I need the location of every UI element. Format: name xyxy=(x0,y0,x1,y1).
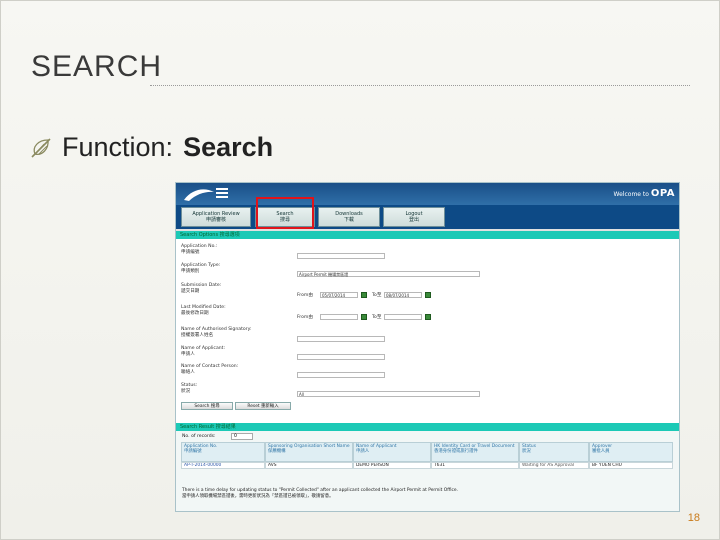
tab-logout[interactable]: Logout 登出 xyxy=(383,207,445,227)
modified-to-input[interactable] xyxy=(384,314,422,320)
submission-date-label: Submission Date: 遞交日期 xyxy=(181,283,222,294)
search-options-header: Search Options 搜尋選項 xyxy=(176,231,679,239)
status-delay-note: There is a time delay for updating statu… xyxy=(182,488,458,499)
cell-approver: BF YUEN CHU xyxy=(589,462,673,469)
bullet-function: Function: Search xyxy=(28,132,273,163)
tab-sublabel: 登出 xyxy=(408,217,419,223)
page-number: 18 xyxy=(687,512,700,524)
contact-label: Name of Contact Person: 聯絡人 xyxy=(181,364,239,375)
last-modified-label: Last Modified Date: 最後修改日期 xyxy=(181,305,226,316)
record-count-label: No. of records: xyxy=(182,434,216,439)
app-screenshot: Welcome to OPA Application Review 申請審核 S… xyxy=(175,182,680,512)
column-header[interactable]: Approver 審批人員 xyxy=(589,442,673,462)
calendar-icon[interactable] xyxy=(361,292,367,298)
bullet-value: Search xyxy=(183,132,274,162)
submission-from-input[interactable]: 05/07/2014 xyxy=(320,292,358,298)
search-button[interactable]: Search 搜尋 xyxy=(181,402,233,410)
table-header-row: Application No. 申請編號 Sponsoring Organisat… xyxy=(181,442,673,462)
calendar-icon[interactable] xyxy=(425,314,431,320)
bullet-leaf-icon xyxy=(31,137,51,158)
cell-status: Waiting for AS Approval xyxy=(519,462,589,469)
status-select[interactable]: All xyxy=(297,391,480,397)
search-results-panel: Search Result 搜尋結果 No. of records: 0 App… xyxy=(176,423,679,511)
tab-sublabel: 申請審核 xyxy=(205,217,226,223)
results-table: Application No. 申請編號 Sponsoring Organisat… xyxy=(181,442,673,469)
airport-authority-logo-icon xyxy=(184,188,228,201)
record-count-value: 0 xyxy=(231,433,253,440)
welcome-prefix: Welcome to xyxy=(613,191,649,198)
slide-title: SEARCH xyxy=(31,50,163,83)
search-results-header: Search Result 搜尋結果 xyxy=(176,423,679,431)
column-header[interactable]: Status 狀況 xyxy=(519,442,589,462)
submission-to-input[interactable]: 08/07/2014 xyxy=(384,292,422,298)
signatory-input[interactable] xyxy=(297,336,385,342)
cell-identity-doc: T631 xyxy=(431,462,519,469)
modified-to-label: To至 xyxy=(372,315,382,320)
column-header[interactable]: Application No. 申請編號 xyxy=(181,442,265,462)
tab-sublabel: 下載 xyxy=(343,217,354,223)
status-label: Status: 狀況 xyxy=(181,383,198,394)
cell-organisation: AVS xyxy=(265,462,353,469)
title-divider xyxy=(150,85,690,86)
cell-applicant: DEMO PERSON xyxy=(353,462,431,469)
search-tab-highlight-box xyxy=(256,197,314,229)
submission-from-label: From由 xyxy=(297,293,313,298)
tab-downloads[interactable]: Downloads 下載 xyxy=(318,207,380,227)
application-no-input[interactable] xyxy=(297,253,385,259)
application-no-label: Application No.: 申請編號 xyxy=(181,244,218,255)
bullet-label: Function: xyxy=(62,132,174,162)
calendar-icon[interactable] xyxy=(361,314,367,320)
table-row[interactable]: AP-T-2014-00000 AVS DEMO PERSON T631 Wai… xyxy=(181,462,673,469)
top-nav: Application Review 申請審核 Search 搜尋 Downlo… xyxy=(176,205,679,231)
welcome-text: Welcome to OPA xyxy=(614,188,675,199)
reset-button[interactable]: Reset 重新輸入 xyxy=(235,402,291,410)
application-type-label: Application Type: 申請類別 xyxy=(181,263,221,274)
contact-input[interactable] xyxy=(297,372,385,378)
app-banner: Welcome to OPA xyxy=(176,183,679,205)
calendar-icon[interactable] xyxy=(425,292,431,298)
signatory-label: Name of Authorised Signatory: 授權簽署人姓名 xyxy=(181,327,252,338)
applicant-input[interactable] xyxy=(297,354,385,360)
column-header[interactable]: HK Identity Card or Travel Document 香港身份證… xyxy=(431,442,519,462)
applicant-label: Name of Applicant: 申請人 xyxy=(181,346,226,357)
search-form: Application No.: 申請編號 Application Type: 申請… xyxy=(176,239,679,419)
tab-application-review[interactable]: Application Review 申請審核 xyxy=(181,207,251,227)
modified-from-input[interactable] xyxy=(320,314,358,320)
modified-from-label: From由 xyxy=(297,315,313,320)
application-type-select[interactable]: Airport Permit 機場禁區證 xyxy=(297,271,480,277)
submission-to-label: To至 xyxy=(372,293,382,298)
welcome-brand: OPA xyxy=(650,188,675,199)
column-header[interactable]: Sponsoring Organisation Short Name 保薦機構 xyxy=(265,442,353,462)
column-header[interactable]: Name of Applicant 申請人 xyxy=(353,442,431,462)
cell-application-no[interactable]: AP-T-2014-00000 xyxy=(181,462,265,469)
